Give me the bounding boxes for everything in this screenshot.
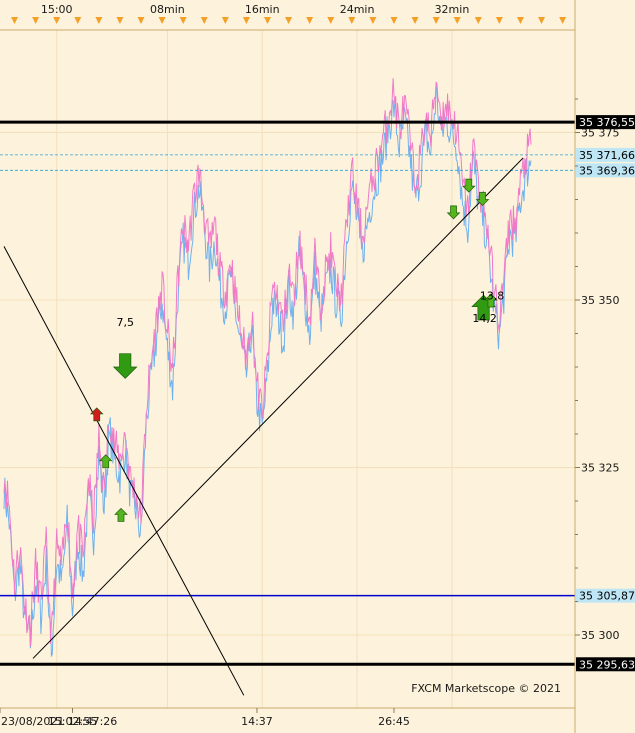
price-tick-label: 35 300 <box>581 629 620 642</box>
price-tick-label: 35 325 <box>581 462 620 475</box>
top-time-label: 32min <box>435 3 470 16</box>
top-time-label: 16min <box>245 3 280 16</box>
black-lower-tag: 35 295,63 <box>579 658 635 671</box>
annotation-7-5: 7,5 <box>116 316 134 329</box>
annotation-13-8: 13,8 <box>480 289 505 302</box>
watermark: FXCM Marketscope © 2021 <box>411 682 561 695</box>
top-time-label: 24min <box>340 3 375 16</box>
cyan-lower-tag: 35 369,36 <box>579 164 635 177</box>
bottom-time-label: 14:37 <box>241 715 273 728</box>
blue-level-tag: 35 305,87 <box>579 590 635 603</box>
cyan-upper-tag: 35 371,66 <box>579 149 635 162</box>
annotation-14-2: 14,2 <box>472 312 497 325</box>
price-chart[interactable]: 35 376,5535 371,6635 369,3635 305,8735 2… <box>0 0 635 733</box>
bottom-time-label: 26:45 <box>378 715 410 728</box>
price-tick-label: 35 375 <box>581 127 620 140</box>
chart-root: 35 376,55 35 371,66 35 369,36 35 305,87 35 2… <box>0 0 635 733</box>
top-time-label: 15:00 <box>41 3 73 16</box>
top-time-label: 08min <box>150 3 185 16</box>
plot-background <box>0 0 635 733</box>
bottom-time-label: 15:02:55 <box>48 715 97 728</box>
price-tick-label: 35 350 <box>581 294 620 307</box>
